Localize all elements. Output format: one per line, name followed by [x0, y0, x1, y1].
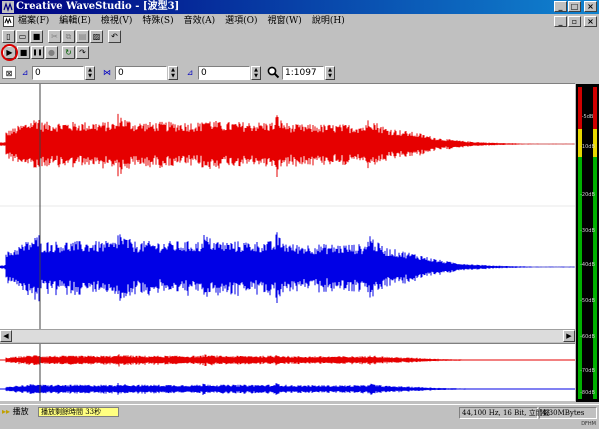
title-bar: Creative WaveStudio - [波型3] _ □ × — [0, 0, 599, 14]
meter-label: -30dB — [580, 228, 595, 234]
overview-waveform[interactable] — [0, 344, 575, 401]
status-indicator: DFHM — [581, 421, 596, 427]
menu-special[interactable]: 特殊(S) — [142, 15, 173, 28]
length-icon: ⊿ — [186, 68, 194, 77]
meter-label: -60dB — [580, 334, 595, 340]
meter-label: -70dB — [580, 368, 595, 374]
forward-icon[interactable]: ↷ — [76, 46, 89, 59]
new-file-icon[interactable]: ▯ — [2, 30, 15, 43]
level-meter-bars — [578, 87, 597, 399]
status-arrows-icon: ▸▸ — [2, 407, 11, 416]
audio-format: 44,100 Hz, 16 Bit, 立體聲 — [459, 407, 550, 419]
end-position-icon: ⋈ — [103, 68, 111, 77]
menu-help[interactable]: 說明(H) — [312, 15, 345, 28]
undo-icon[interactable]: ↶ — [108, 30, 121, 43]
scroll-right-arrow-icon[interactable]: ▶ — [563, 330, 575, 342]
standard-toolbar: ▯ ▭ ■ ✂ ⧉ ▤ ▨ ↶ — [0, 29, 599, 45]
end-spinner[interactable]: ▲ ▼ — [168, 66, 178, 80]
loop-icon[interactable]: ↻ — [62, 46, 75, 59]
length-field[interactable]: 0 — [198, 66, 250, 80]
status-bar: ▸▸ 播放 播放剩餘時間 33秒 44,100 Hz, 16 Bit, 立體聲 … — [0, 404, 599, 429]
file-size: 4.30MBytes — [539, 407, 597, 419]
menu-options[interactable]: 選項(O) — [225, 15, 257, 28]
meter-label: -20dB — [580, 192, 595, 198]
save-disk-icon[interactable]: ■ — [30, 30, 43, 43]
menu-file[interactable]: 檔案(F) — [18, 15, 49, 28]
doc-restore-button[interactable]: ▫ — [568, 16, 581, 27]
overview-right-waveform — [0, 383, 575, 395]
menu-view[interactable]: 檢視(V) — [101, 15, 133, 28]
left-channel-waveform — [0, 113, 575, 177]
level-meter: -5dB -10dB -20dB -30dB -40dB -50dB -60dB… — [576, 84, 599, 402]
status-mode: ▸▸ 播放 — [2, 407, 29, 417]
minimize-button[interactable]: _ — [554, 1, 567, 12]
meter-label: -10dB — [580, 144, 595, 150]
meter-label: -80dB — [580, 390, 595, 396]
copy-icon[interactable]: ⧉ — [62, 30, 75, 43]
zoom-spinner[interactable]: ▲ ▼ — [325, 66, 335, 80]
waveform-panel[interactable] — [0, 83, 575, 329]
menu-edit[interactable]: 編輯(E) — [59, 15, 91, 28]
cut-icon[interactable]: ✂ — [48, 30, 61, 43]
position-toolbar: ⊠ ⊿ 0 ▲ ▼ ⋈ 0 ▲ ▼ ⊿ 0 ▲ ▼ 1:1097 ▲ ▼ — [0, 64, 599, 82]
menu-window[interactable]: 視窗(W) — [268, 15, 302, 28]
status-mode-text: 播放 — [12, 407, 29, 416]
start-position-field[interactable]: 0 — [32, 66, 84, 80]
maximize-button[interactable]: □ — [568, 1, 581, 12]
window-title: Creative WaveStudio - [波型3] — [16, 1, 180, 12]
doc-minimize-button[interactable]: _ — [554, 16, 567, 27]
horizontal-scrollbar[interactable]: ◀ ▶ — [0, 329, 575, 342]
record-icon[interactable]: ● — [45, 46, 58, 59]
right-channel-waveform — [0, 232, 575, 303]
zoom-magnifier-icon[interactable] — [266, 66, 280, 79]
transport-toolbar: ▶ ■ ❚❚ ● ↻ ↷ — [0, 45, 599, 61]
select-all-icon[interactable]: ⊠ — [2, 66, 16, 79]
app-icon — [2, 1, 14, 13]
document-icon[interactable] — [3, 16, 14, 27]
scroll-left-arrow-icon[interactable]: ◀ — [0, 330, 12, 342]
paste-icon[interactable]: ▤ — [76, 30, 89, 43]
pause-icon[interactable]: ❚❚ — [31, 46, 44, 59]
doc-close-button[interactable]: × — [584, 16, 597, 27]
end-position-field[interactable]: 0 — [115, 66, 167, 80]
play-highlight-circle — [1, 44, 18, 61]
meter-label: -50dB — [580, 298, 595, 304]
delete-icon[interactable]: ▨ — [90, 30, 103, 43]
zoom-ratio-field[interactable]: 1:1097 — [282, 66, 324, 80]
stereo-waveform[interactable] — [0, 84, 575, 329]
waveform-overview[interactable] — [0, 343, 575, 401]
start-position-icon: ⊿ — [21, 68, 29, 77]
meter-label: -5dB — [581, 114, 594, 120]
open-folder-icon[interactable]: ▭ — [16, 30, 29, 43]
menu-effects[interactable]: 音效(A) — [184, 15, 216, 28]
length-spinner[interactable]: ▲ ▼ — [251, 66, 261, 80]
start-spinner[interactable]: ▲ ▼ — [85, 66, 95, 80]
meter-label: -40dB — [580, 262, 595, 268]
playback-remaining: 播放剩餘時間 33秒 — [38, 407, 119, 417]
stop-icon[interactable]: ■ — [17, 46, 30, 59]
close-button[interactable]: × — [584, 1, 597, 12]
menu-bar: 檔案(F) 編輯(E) 檢視(V) 特殊(S) 音效(A) 選項(O) 視窗(W… — [0, 14, 599, 29]
